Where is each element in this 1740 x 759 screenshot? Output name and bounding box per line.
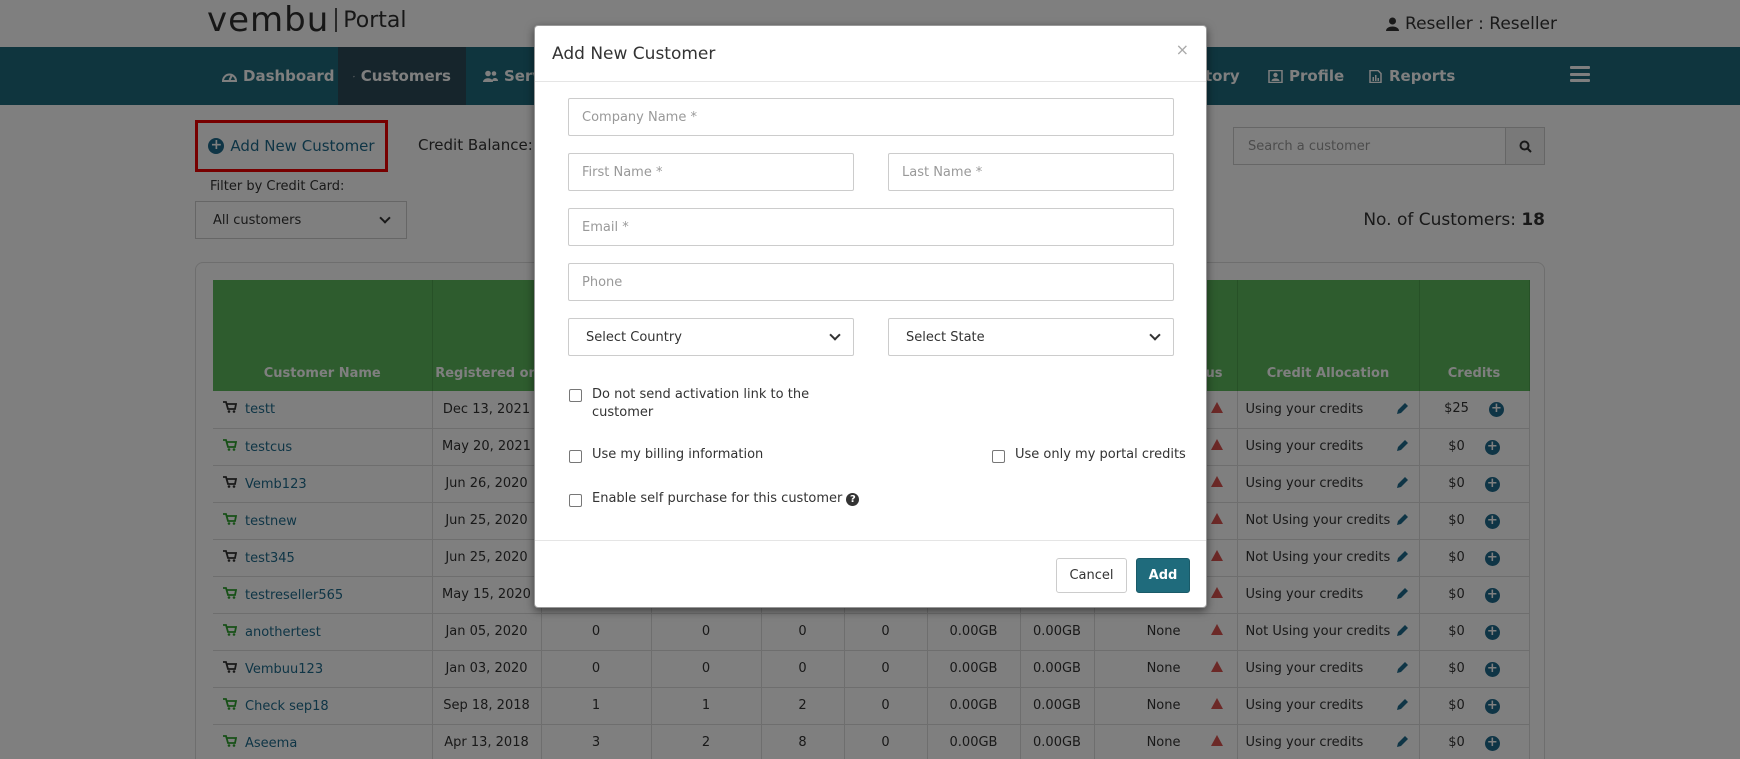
state-select[interactable]: Select State	[888, 318, 1174, 356]
billing-info-label: Use my billing information	[592, 447, 764, 462]
first-name-placeholder: First Name *	[582, 164, 663, 180]
no-activation-label: Do not send activation link to the custo…	[592, 386, 809, 422]
email-placeholder: Email *	[582, 219, 629, 235]
close-icon[interactable]: ×	[1176, 40, 1189, 59]
add-button[interactable]: Add	[1136, 558, 1190, 593]
country-select[interactable]: Select Country	[568, 318, 854, 356]
add-customer-modal: Add New Customer × Company Name * First …	[534, 25, 1207, 608]
portal-credits-checkbox[interactable]	[992, 450, 1005, 463]
company-name-placeholder: Company Name *	[582, 109, 697, 125]
modal-title: Add New Customer	[552, 43, 716, 64]
first-name-field[interactable]: First Name *	[568, 153, 854, 191]
modal-header: Add New Customer ×	[535, 26, 1206, 82]
no-activation-label-line2: customer	[592, 405, 654, 420]
self-purchase-checkbox[interactable]	[569, 494, 582, 507]
self-purchase-label-text: Enable self purchase for this customer	[592, 491, 843, 506]
billing-info-checkbox[interactable]	[569, 450, 582, 463]
chevron-down-icon	[829, 329, 841, 341]
modal-footer: Cancel Add	[535, 540, 1206, 608]
email-field[interactable]: Email *	[568, 208, 1174, 246]
phone-field[interactable]: Phone	[568, 263, 1174, 301]
no-activation-checkbox[interactable]	[569, 389, 582, 402]
company-name-field[interactable]: Company Name *	[568, 98, 1174, 136]
phone-placeholder: Phone	[582, 274, 623, 290]
self-purchase-label: Enable self purchase for this customer?	[592, 491, 860, 506]
portal-credits-option[interactable]: Use only my portal credits	[992, 447, 1186, 463]
cancel-button[interactable]: Cancel	[1056, 558, 1127, 593]
chevron-down-icon	[1149, 329, 1161, 341]
country-select-value: Select Country	[586, 329, 682, 345]
question-circle-icon[interactable]: ?	[846, 493, 860, 506]
state-select-value: Select State	[906, 329, 985, 345]
no-activation-option[interactable]: Do not send activation link to the custo…	[569, 386, 819, 422]
last-name-field[interactable]: Last Name *	[888, 153, 1174, 191]
self-purchase-option[interactable]: Enable self purchase for this customer?	[569, 491, 860, 507]
billing-info-option[interactable]: Use my billing information	[569, 447, 763, 463]
no-activation-label-line1: Do not send activation link to the	[592, 387, 810, 402]
portal-credits-label: Use only my portal credits	[1015, 447, 1186, 462]
last-name-placeholder: Last Name *	[902, 164, 983, 180]
